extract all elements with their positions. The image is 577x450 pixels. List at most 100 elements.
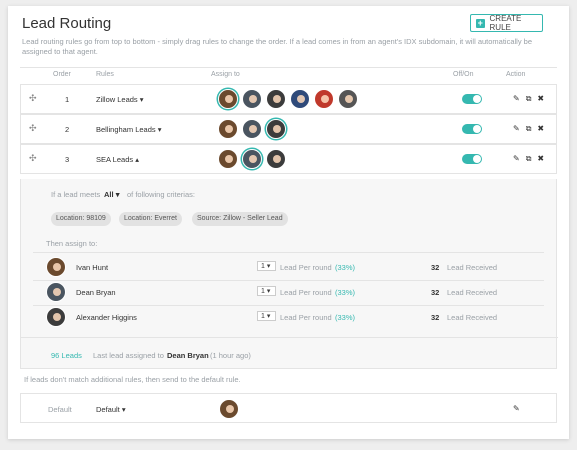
copy-icon[interactable]: ⧉ bbox=[526, 124, 532, 134]
chevron-down-icon: ▾ bbox=[157, 125, 162, 134]
per-round-select[interactable]: 1 ▾ bbox=[257, 261, 276, 271]
agent-name: Alexander Higgins bbox=[76, 313, 137, 322]
avatar bbox=[46, 257, 66, 277]
col-action: Action bbox=[506, 71, 526, 78]
received-label: Lead Received bbox=[447, 263, 498, 272]
rule-order: 1 bbox=[65, 95, 70, 104]
criteria-tag[interactable]: Source: Zillow - Seller Lead bbox=[192, 212, 288, 226]
close-icon[interactable]: ✖ bbox=[537, 124, 544, 134]
divider bbox=[20, 67, 557, 68]
avatar[interactable] bbox=[314, 89, 334, 109]
criteria-suffix: of following criterias: bbox=[127, 190, 195, 199]
per-round-select[interactable]: 1 ▾ bbox=[257, 286, 276, 296]
rule-actions: ✎ ⧉ ✖ bbox=[513, 154, 544, 164]
criteria-tag[interactable]: Location: Everret bbox=[119, 212, 182, 226]
avatar[interactable] bbox=[242, 119, 262, 139]
rule-name[interactable]: SEA Leads ▴ bbox=[96, 155, 139, 164]
criteria-prefix: If a lead meets bbox=[51, 190, 101, 199]
rule-toggle[interactable] bbox=[462, 124, 482, 134]
rule-name[interactable]: Zillow Leads ▾ bbox=[96, 95, 144, 104]
assigned-agent-row: Dean Bryan 1 ▾ Lead Per round (33%) 32 L… bbox=[33, 280, 544, 305]
assignee-avatars bbox=[218, 89, 358, 109]
per-round-select[interactable]: 1 ▾ bbox=[257, 311, 276, 321]
then-assign-label: Then assign to: bbox=[46, 239, 98, 248]
rule-actions: ✎ ⧉ ✖ bbox=[513, 124, 544, 134]
avatar[interactable] bbox=[219, 399, 239, 419]
divider bbox=[21, 337, 558, 338]
per-round-label: Lead Per round bbox=[280, 288, 332, 297]
last-assigned-name: Dean Bryan bbox=[167, 351, 209, 360]
close-icon[interactable]: ✖ bbox=[537, 94, 544, 104]
drag-handle-icon[interactable]: ✣ bbox=[29, 153, 37, 164]
rule-toggle[interactable] bbox=[462, 94, 482, 104]
close-icon[interactable]: ✖ bbox=[537, 154, 544, 164]
chevron-up-icon: ▴ bbox=[135, 155, 139, 164]
chevron-down-icon: ▾ bbox=[115, 190, 120, 199]
divider bbox=[33, 252, 544, 253]
rule-order: 2 bbox=[65, 125, 70, 134]
pencil-icon[interactable]: ✎ bbox=[513, 154, 520, 164]
plus-icon: + bbox=[476, 17, 485, 28]
received-label: Lead Received bbox=[447, 313, 498, 322]
lead-routing-panel: Lead Routing + CREATE RULE Lead routing … bbox=[8, 6, 569, 439]
leads-count[interactable]: 96 Leads bbox=[51, 351, 82, 360]
copy-icon[interactable]: ⧉ bbox=[526, 154, 532, 164]
col-rules: Rules bbox=[96, 71, 114, 78]
last-assigned-prefix: Last lead assigned to bbox=[93, 351, 164, 360]
avatar[interactable] bbox=[266, 119, 286, 139]
avatar[interactable] bbox=[290, 89, 310, 109]
default-rule-row: Default Default ▾ ✎ bbox=[20, 393, 557, 423]
chevron-down-icon: ▾ bbox=[121, 405, 126, 414]
create-rule-label: CREATE RULE bbox=[489, 14, 522, 32]
per-round-label: Lead Per round bbox=[280, 313, 332, 322]
received-count: 32 bbox=[431, 313, 440, 322]
drag-handle-icon[interactable]: ✣ bbox=[29, 93, 37, 104]
assigned-agent-row: Ivan Hunt 1 ▾ Lead Per round (33%) 32 Le… bbox=[33, 255, 544, 280]
create-rule-button[interactable]: + CREATE RULE bbox=[470, 14, 543, 32]
percent: (33%) bbox=[335, 263, 356, 272]
criteria-select[interactable]: All ▾ bbox=[104, 190, 119, 199]
rule-row[interactable]: ✣ 2 Bellingham Leads ▾ ✎ ⧉ ✖ bbox=[20, 114, 557, 144]
copy-icon[interactable]: ⧉ bbox=[526, 94, 532, 104]
default-rule-name[interactable]: Default ▾ bbox=[96, 405, 126, 414]
agent-name: Dean Bryan bbox=[76, 288, 116, 297]
per-round-label: Lead Per round bbox=[280, 263, 332, 272]
percent: (33%) bbox=[335, 313, 356, 322]
avatar[interactable] bbox=[218, 89, 238, 109]
rule-name[interactable]: Bellingham Leads ▾ bbox=[96, 125, 161, 134]
col-order: Order bbox=[53, 71, 71, 78]
rule-row[interactable]: ✣ 1 Zillow Leads ▾ ✎ ⧉ ✖ bbox=[20, 84, 557, 114]
pencil-icon[interactable]: ✎ bbox=[513, 124, 520, 134]
description: Lead routing rules go from top to bottom… bbox=[22, 37, 533, 56]
avatar[interactable] bbox=[218, 149, 238, 169]
rule-toggle[interactable] bbox=[462, 154, 482, 164]
percent: (33%) bbox=[335, 288, 356, 297]
page-title: Lead Routing bbox=[22, 15, 112, 32]
assigned-agent-row: Alexander Higgins 1 ▾ Lead Per round (33… bbox=[33, 305, 544, 330]
received-count: 32 bbox=[431, 288, 440, 297]
default-order: Default bbox=[48, 405, 72, 414]
avatar[interactable] bbox=[242, 149, 262, 169]
avatar bbox=[46, 307, 66, 327]
assignee-avatars bbox=[218, 149, 286, 169]
default-rule-note: If leads don't match additional rules, t… bbox=[24, 375, 241, 384]
agent-name: Ivan Hunt bbox=[76, 263, 109, 272]
avatar[interactable] bbox=[266, 149, 286, 169]
avatar[interactable] bbox=[218, 119, 238, 139]
pencil-icon[interactable]: ✎ bbox=[513, 94, 520, 104]
received-label: Lead Received bbox=[447, 288, 498, 297]
assignee-avatars bbox=[218, 119, 286, 139]
drag-handle-icon[interactable]: ✣ bbox=[29, 123, 37, 134]
rule-row[interactable]: ✣ 3 SEA Leads ▴ ✎ ⧉ ✖ bbox=[20, 144, 557, 174]
avatar[interactable] bbox=[338, 89, 358, 109]
avatar[interactable] bbox=[266, 89, 286, 109]
criteria-tag[interactable]: Location: 98109 bbox=[51, 212, 111, 226]
received-count: 32 bbox=[431, 263, 440, 272]
col-off-on: Off/On bbox=[453, 71, 474, 78]
pencil-icon[interactable]: ✎ bbox=[513, 404, 520, 413]
rule-order: 3 bbox=[65, 155, 70, 164]
avatar[interactable] bbox=[242, 89, 262, 109]
avatar bbox=[46, 282, 66, 302]
chevron-down-icon: ▾ bbox=[139, 95, 144, 104]
last-assigned-time: (1 hour ago) bbox=[210, 351, 251, 360]
